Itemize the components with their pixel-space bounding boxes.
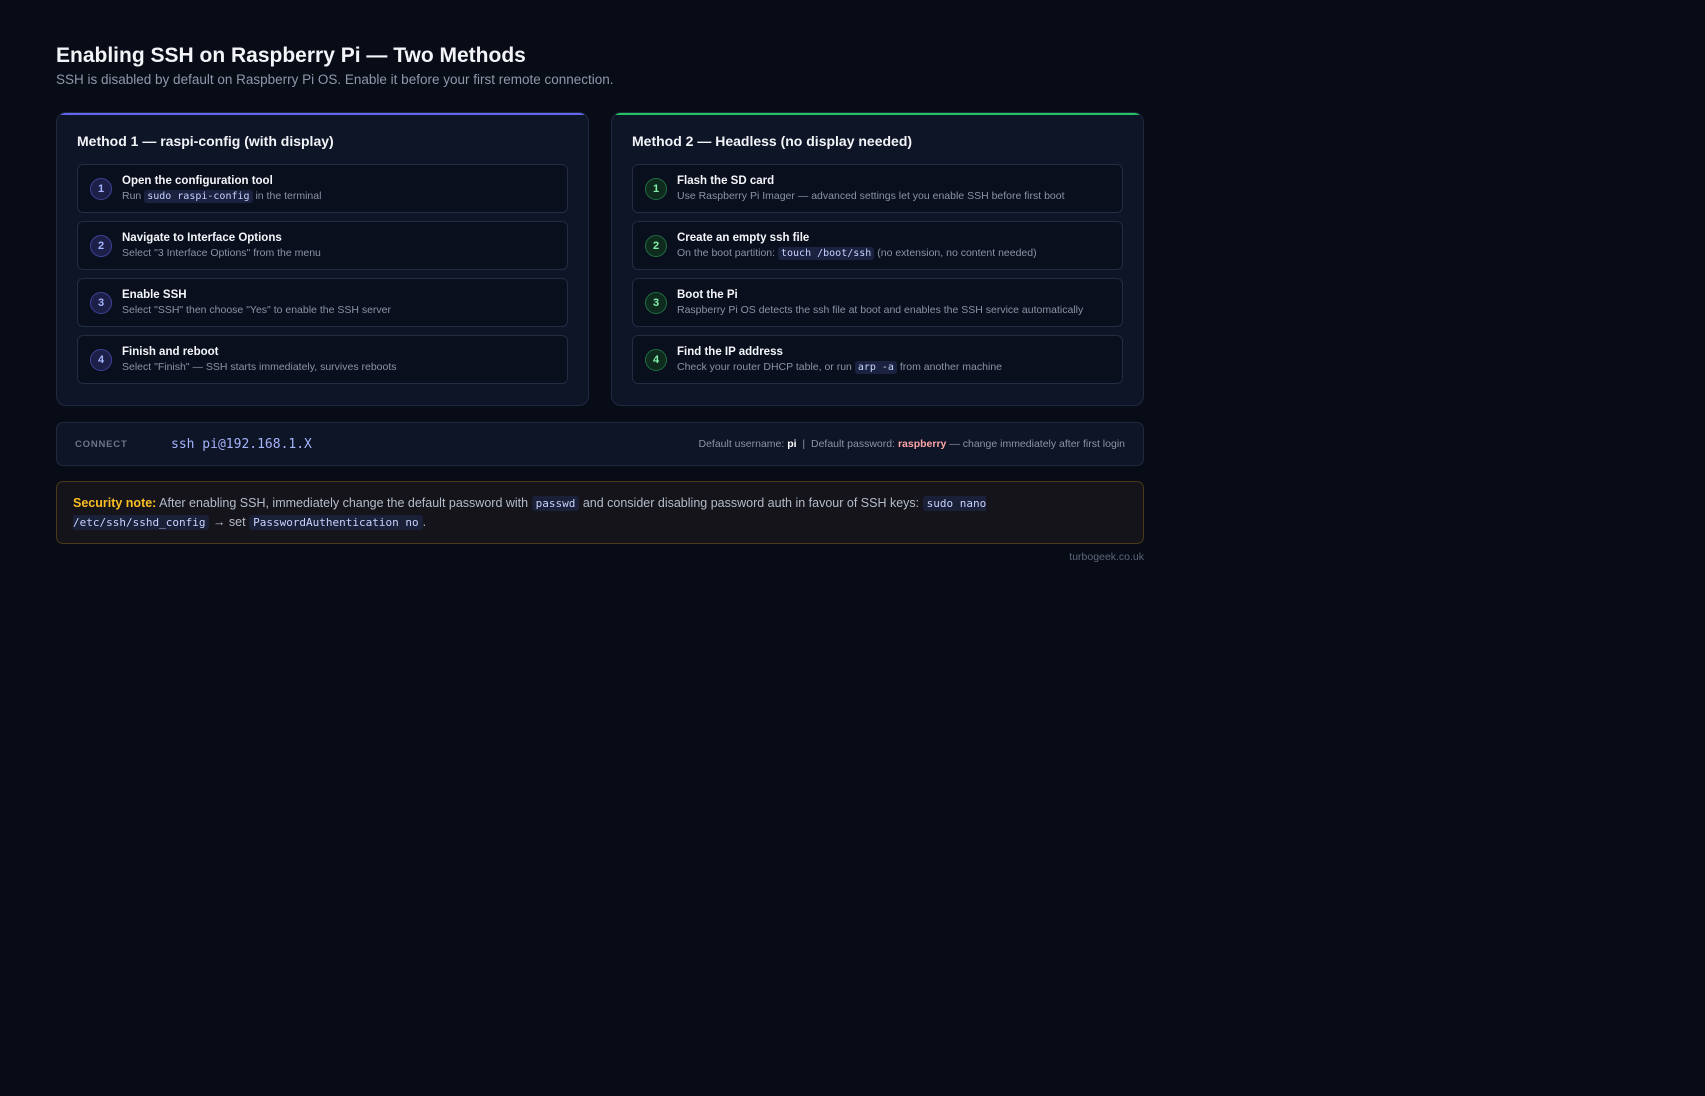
step-title: Create an empty ssh file <box>677 231 810 244</box>
step-number-badge: 2 <box>645 234 667 257</box>
code-snippet: passwd <box>531 496 580 511</box>
method-1-step-4: 4 Finish and reboot Select "Finish" — SS… <box>77 335 568 384</box>
connect-command[interactable]: ssh pi@192.168.1.X <box>171 437 312 452</box>
step-title: Enable SSH <box>122 288 187 301</box>
page-subtitle: SSH is disabled by default on Raspberry … <box>56 72 614 87</box>
step-description: On the boot partition: touch /boot/ssh (… <box>677 246 1037 260</box>
default-username: pi <box>787 438 797 450</box>
security-note: Security note: After enabling SSH, immed… <box>56 481 1144 544</box>
code-snippet: PasswordAuthentication no <box>249 515 423 530</box>
step-description: Select "SSH" then choose "Yes" to enable… <box>122 303 392 316</box>
step-description: Select "Finish" — SSH starts immediately… <box>122 360 397 373</box>
step-number-badge: 3 <box>645 291 667 314</box>
step-number-badge: 1 <box>645 177 667 200</box>
methods-grid: Method 1 — raspi-config (with display) 1… <box>56 112 1144 406</box>
method-1-title: Method 1 — raspi-config (with display) <box>77 133 334 149</box>
method-2-step-2: 2 Create an empty ssh file On the boot p… <box>632 221 1123 270</box>
code-snippet: sudo raspi-config <box>144 189 253 203</box>
step-number-badge: 1 <box>90 177 112 200</box>
default-credentials: Default username: pi | Default password:… <box>698 438 1126 450</box>
step-number-badge: 2 <box>90 234 112 257</box>
step-title: Find the IP address <box>677 345 783 358</box>
code-snippet: touch /boot/ssh <box>778 246 875 260</box>
step-title: Flash the SD card <box>677 174 775 187</box>
security-note-label: Security note: <box>73 496 157 510</box>
method-2-card: Method 2 — Headless (no display needed) … <box>611 112 1144 406</box>
step-description: Select "3 Interface Options" from the me… <box>122 246 321 259</box>
method-1-step-2: 2 Navigate to Interface Options Select "… <box>77 221 568 270</box>
connect-label: CONNECT <box>75 438 128 450</box>
step-number-badge: 3 <box>90 291 112 314</box>
step-number-badge: 4 <box>90 348 112 371</box>
page-title: Enabling SSH on Raspberry Pi — Two Metho… <box>56 44 526 67</box>
method-2-step-3: 3 Boot the Pi Raspberry Pi OS detects th… <box>632 278 1123 327</box>
step-title: Boot the Pi <box>677 288 738 301</box>
step-description: Check your router DHCP table, or run arp… <box>677 360 1002 374</box>
step-title: Finish and reboot <box>122 345 219 358</box>
method-2-step-4: 4 Find the IP address Check your router … <box>632 335 1123 384</box>
method-2-step-1: 1 Flash the SD card Use Raspberry Pi Ima… <box>632 164 1123 213</box>
step-title: Navigate to Interface Options <box>122 231 282 244</box>
method-1-step-3: 3 Enable SSH Select "SSH" then choose "Y… <box>77 278 568 327</box>
step-description: Use Raspberry Pi Imager — advanced setti… <box>677 189 1065 202</box>
connect-bar: CONNECT ssh pi@192.168.1.X Default usern… <box>56 422 1144 466</box>
footer-credit[interactable]: turbogeek.co.uk <box>56 551 1144 563</box>
step-description: Raspberry Pi OS detects the ssh file at … <box>677 303 1084 316</box>
step-number-badge: 4 <box>645 348 667 371</box>
step-description: Run sudo raspi-config in the terminal <box>122 189 322 203</box>
method-1-card: Method 1 — raspi-config (with display) 1… <box>56 112 589 406</box>
code-snippet: arp -a <box>854 360 897 374</box>
page: Enabling SSH on Raspberry Pi — Two Metho… <box>56 42 1144 563</box>
method-2-title: Method 2 — Headless (no display needed) <box>632 133 913 149</box>
method-1-step-1: 1 Open the configuration tool Run sudo r… <box>77 164 568 213</box>
step-title: Open the configuration tool <box>122 174 273 187</box>
default-password: raspberry <box>897 438 947 450</box>
